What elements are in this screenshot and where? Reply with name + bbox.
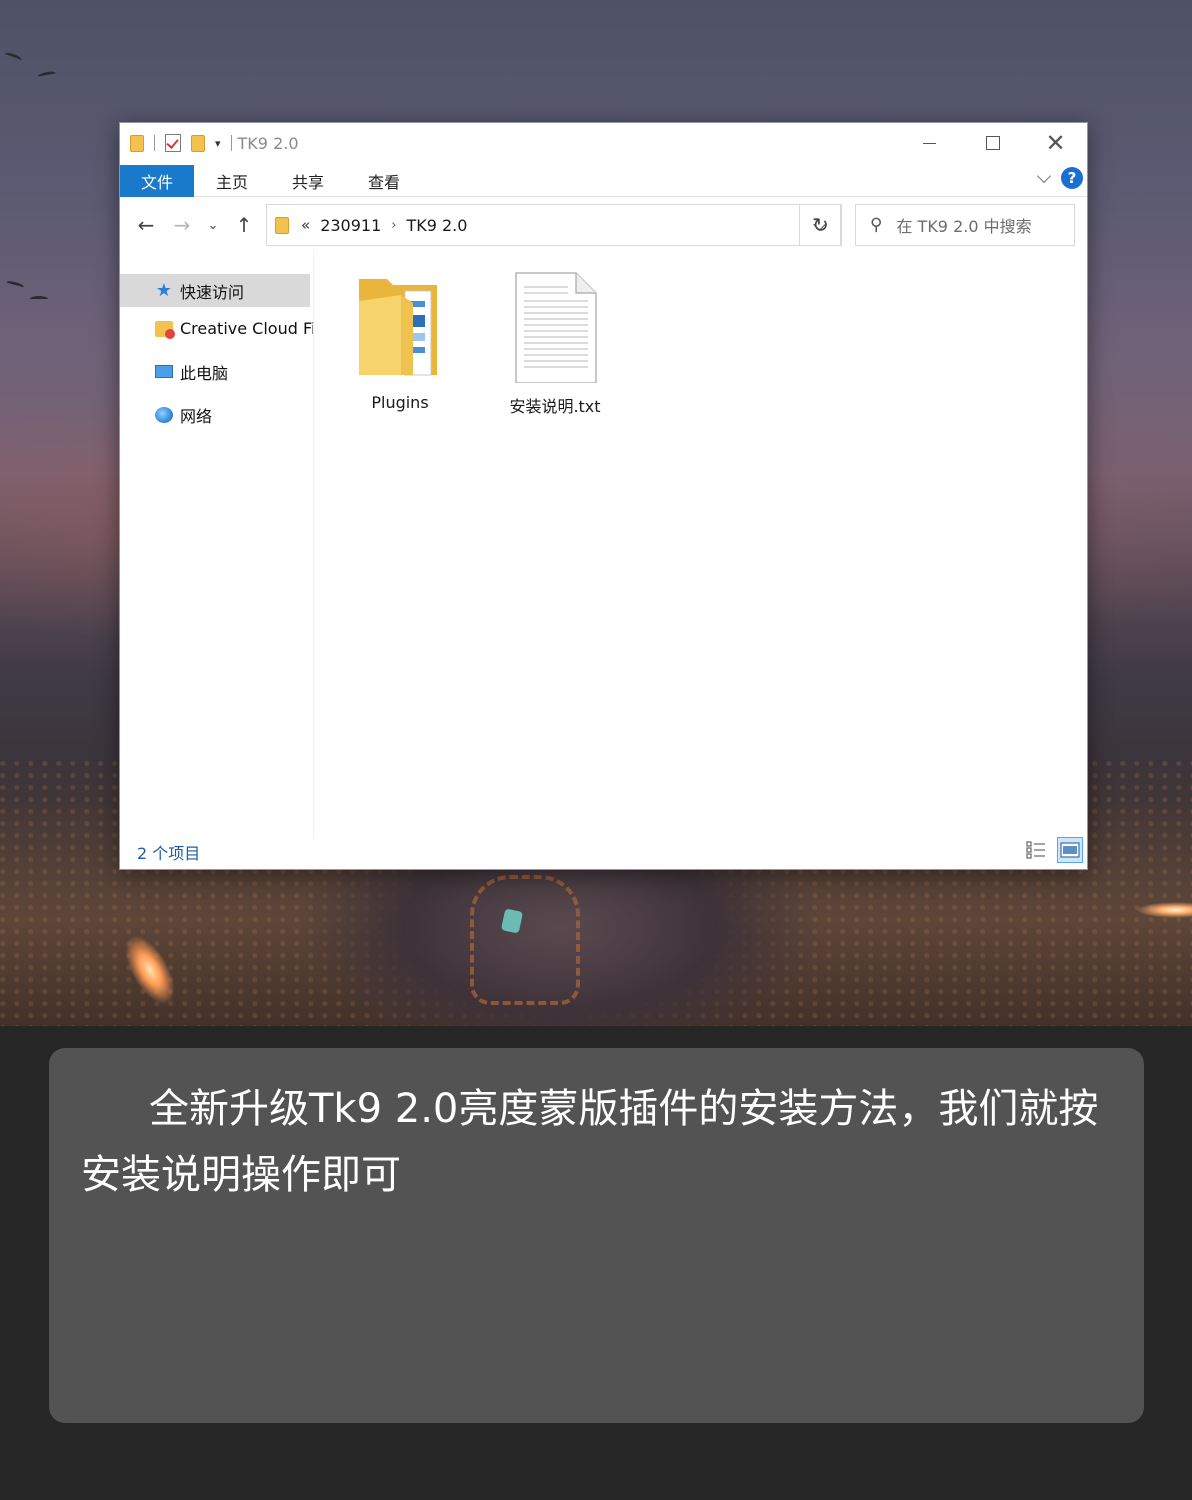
expand-ribbon-icon[interactable] [1036, 168, 1052, 184]
breadcrumb-item[interactable]: TK9 2.0 [406, 216, 467, 235]
refresh-button[interactable]: ↻ [799, 204, 842, 246]
folder-icon [275, 216, 289, 234]
details-view-icon [1026, 841, 1045, 859]
tab-home[interactable]: 主页 [194, 165, 270, 197]
star-icon: ★ [155, 280, 173, 301]
properties-icon[interactable] [165, 134, 181, 152]
item-count: 2 个项目 [137, 844, 201, 863]
caption-text: 全新升级Tk9 2.0亮度蒙版插件的安装方法，我们就按安装说明操作即可 [81, 1086, 1099, 1198]
computer-icon [154, 363, 174, 381]
window-controls: ✕ [898, 123, 1087, 163]
folder-icon [359, 279, 437, 376]
help-icon[interactable]: ? [1061, 167, 1083, 189]
sidebar-item-label: Creative Cloud Fi [180, 319, 313, 338]
back-button[interactable]: ← [128, 205, 164, 245]
sidebar-item-quick-access[interactable]: ★ 快速访问 [120, 274, 310, 307]
customize-toolbar-icon[interactable]: ▾ [215, 137, 221, 150]
file-name: 安装说明.txt [509, 397, 601, 416]
network-icon [154, 406, 174, 424]
chevron-right-icon[interactable]: › [391, 218, 396, 233]
sidebar-item-label: 此电脑 [180, 363, 229, 383]
bird-silhouette [37, 70, 57, 80]
recent-locations-button[interactable]: ⌄ [200, 205, 226, 245]
up-button[interactable]: ↑ [226, 205, 262, 245]
creative-cloud-folder-icon [154, 320, 175, 339]
file-explorer-window: ▾ TK9 2.0 ✕ 文件 主页 共享 查看 ? ← → ⌄ ↑ « 2309… [119, 122, 1088, 870]
tab-view[interactable]: 查看 [346, 165, 422, 197]
ribbon-right-controls: ? [1036, 167, 1083, 189]
sidebar-item-label: 快速访问 [180, 282, 245, 302]
view-switcher [1023, 837, 1083, 863]
bird-silhouette [5, 279, 25, 291]
necklace [470, 875, 580, 1005]
caption-card: 全新升级Tk9 2.0亮度蒙版插件的安装方法，我们就按安装说明操作即可 [49, 1048, 1144, 1423]
status-bar: 2 个项目 [120, 835, 1087, 869]
sidebar-item-creative-cloud[interactable]: Creative Cloud Fi [120, 307, 313, 350]
minimize-button[interactable] [898, 123, 961, 163]
quick-access-toolbar: ▾ [130, 134, 232, 152]
maximize-button[interactable] [961, 123, 1024, 163]
ribbon-tabs: 文件 主页 共享 查看 ? [120, 164, 1087, 197]
sidebar-item-this-pc[interactable]: 此电脑 [120, 350, 313, 393]
folder-icon [130, 134, 144, 152]
navigation-pane: ★ 快速访问 Creative Cloud Fi 此电脑 网络 [120, 251, 314, 839]
file-list: Plugins 安装说明.txt [350, 271, 605, 417]
title-bar: ▾ TK9 2.0 ✕ [120, 123, 1087, 163]
close-button[interactable]: ✕ [1024, 123, 1087, 163]
bird-silhouette [30, 296, 48, 302]
new-folder-icon[interactable] [191, 134, 205, 152]
sidebar-item-label: 网络 [180, 406, 213, 426]
breadcrumb-item[interactable]: 230911 [320, 216, 381, 235]
sidebar-item-network[interactable]: 网络 [120, 393, 313, 436]
file-name: Plugins [371, 393, 429, 412]
flare [1120, 895, 1192, 925]
details-view-button[interactable] [1023, 837, 1049, 863]
file-item-instructions[interactable]: 安装说明.txt [505, 271, 605, 417]
bird-silhouette [3, 51, 23, 63]
divider [154, 135, 155, 151]
large-icons-view-icon [1060, 842, 1080, 858]
tab-share[interactable]: 共享 [270, 165, 346, 197]
large-icons-view-button[interactable] [1057, 837, 1083, 863]
search-placeholder: 在 TK9 2.0 中搜索 [896, 217, 1032, 236]
divider [230, 135, 232, 151]
address-bar[interactable]: « 230911 › TK9 2.0 [266, 204, 841, 246]
search-input[interactable]: ⚲ 在 TK9 2.0 中搜索 [855, 204, 1075, 246]
navigation-bar: ← → ⌄ ↑ « 230911 › TK9 2.0 ↻ ⚲ 在 TK9 2.0… [120, 201, 1087, 249]
forward-button[interactable]: → [164, 205, 200, 245]
search-icon: ⚲ [870, 215, 883, 235]
file-item-plugins[interactable]: Plugins [350, 271, 450, 417]
breadcrumb-overflow-icon[interactable]: « [301, 216, 310, 234]
text-file-icon [515, 272, 597, 383]
tab-file[interactable]: 文件 [120, 164, 195, 197]
window-title: TK9 2.0 [237, 133, 299, 153]
